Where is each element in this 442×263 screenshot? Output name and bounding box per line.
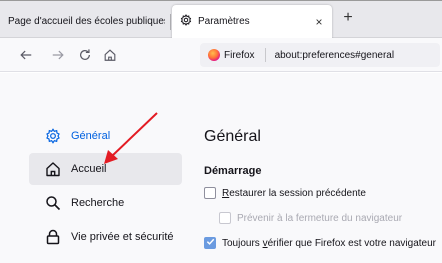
label-text: estaurer la session précédente: [229, 187, 366, 199]
new-tab-button[interactable]: +: [340, 9, 356, 27]
sidebar-item-label: Recherche: [71, 197, 125, 209]
default-browser-checkbox[interactable]: [204, 237, 216, 249]
sidebar-item-label: Vie privée et sécurité: [71, 231, 174, 243]
reload-icon: [78, 48, 92, 62]
firefox-icon: [208, 49, 220, 61]
restore-session-option[interactable]: Restaurer la session précédente: [204, 187, 366, 199]
sidebar-item-accueil[interactable]: Accueil: [29, 153, 182, 185]
label-text: érifier que Firefox est votre navigateur: [267, 237, 436, 249]
checkmark-icon: [206, 237, 215, 249]
url-bar[interactable]: Firefox about:preferences#general: [200, 43, 440, 67]
tab-parametres[interactable]: Paramètres ×: [172, 5, 332, 38]
home-icon: [44, 160, 62, 178]
lock-icon: [44, 228, 62, 246]
label-text: Toujours: [222, 237, 263, 249]
sidebar-item-label: Général: [71, 130, 111, 142]
sidebar-item-recherche[interactable]: Recherche: [29, 187, 182, 219]
page-title: Général: [204, 128, 261, 145]
sidebar-item-label: Accueil: [71, 163, 107, 175]
section-title-demarrage: Démarrage: [204, 165, 262, 177]
reload-button[interactable]: [75, 45, 95, 65]
sidebar-item-general[interactable]: Général: [29, 120, 182, 152]
warn-on-quit-checkbox[interactable]: [219, 212, 231, 224]
gear-icon: [180, 14, 192, 29]
home-button[interactable]: [100, 45, 120, 65]
tab-strip: Page d'accueil des écoles publiques × Pa…: [0, 1, 442, 38]
arrow-left-icon: [19, 48, 33, 62]
tab-title: Paramètres: [198, 16, 250, 27]
settings-page: Général Accueil Recherche Vie privée et …: [0, 73, 442, 263]
home-icon: [103, 48, 117, 62]
search-icon: [44, 194, 62, 212]
back-button[interactable]: [16, 45, 36, 65]
url-separator: [264, 48, 266, 62]
forward-button[interactable]: [48, 45, 68, 65]
restore-session-checkbox[interactable]: [204, 187, 216, 199]
option-label: Prévenir à la fermeture du navigateur: [237, 212, 403, 224]
default-browser-option[interactable]: Toujours vérifier que Firefox est votre …: [204, 237, 436, 249]
warn-on-quit-option[interactable]: Prévenir à la fermeture du navigateur: [219, 212, 402, 224]
sidebar-item-vie-privee[interactable]: Vie privée et sécurité: [29, 221, 182, 253]
option-label: Restaurer la session précédente: [222, 188, 366, 199]
identity-label: Firefox: [224, 49, 255, 61]
tab-separator: [170, 14, 171, 30]
option-label: Toujours vérifier que Firefox est votre …: [222, 238, 436, 249]
tab-title: Page d'accueil des écoles publiques ×: [8, 16, 165, 27]
close-tab-button[interactable]: ×: [312, 15, 326, 29]
arrow-right-icon: [51, 48, 65, 62]
gear-icon: [44, 127, 62, 145]
navigation-bar: Firefox about:preferences#general: [0, 38, 442, 72]
url-text[interactable]: about:preferences#general: [275, 50, 395, 61]
tab-ecoles-publiques[interactable]: Page d'accueil des écoles publiques ×: [2, 7, 169, 36]
